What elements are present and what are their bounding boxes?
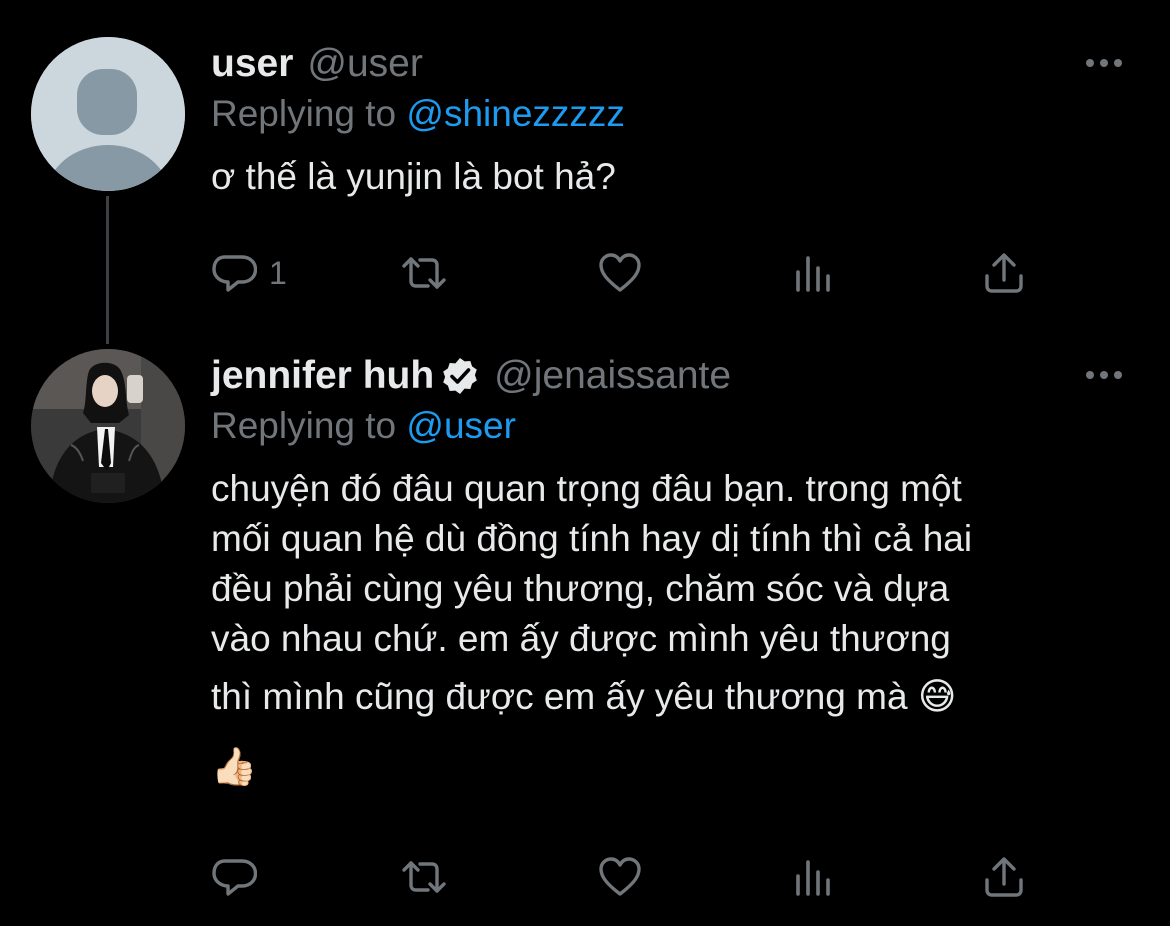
tweet[interactable]: jennifer huh @jenaissante Replying to @u…: [211, 352, 1130, 792]
reply-icon: [212, 255, 257, 292]
replying-to-label: Replying to: [211, 93, 407, 134]
views-button[interactable]: [791, 852, 837, 902]
reply-button[interactable]: 1: [211, 248, 287, 298]
tweet-text-line: đều phải cùng yêu thương, chăm sóc và dự…: [211, 568, 950, 609]
tweet-text-line: ơ thế là yunjin là bot hả?: [211, 156, 616, 197]
tweet-text-line: chuyện đó đâu quan trọng đâu bạn. trong …: [211, 468, 962, 509]
more-icon[interactable]: [1084, 360, 1124, 390]
avatar[interactable]: [31, 37, 185, 191]
default-avatar-icon: [31, 37, 185, 191]
tweet-text-line: vào nhau chứ. em ấy được mình yêu thương: [211, 618, 951, 659]
share-icon: [985, 253, 1023, 293]
like-icon: [599, 857, 641, 896]
reply-to-mention[interactable]: @shinezzzzz: [406, 93, 625, 134]
user-handle[interactable]: @user: [307, 42, 422, 86]
replying-to-label: Replying to: [211, 405, 407, 446]
tweet-text-line: thì mình cũng được em ấy yêu thương mà 😅: [211, 676, 957, 717]
reply-count: 1: [269, 254, 287, 291]
views-icon: [796, 256, 830, 292]
share-button[interactable]: [981, 248, 1027, 298]
tweet-header: jennifer huh @jenaissante: [211, 352, 1130, 400]
retweet-button[interactable]: [401, 248, 447, 298]
tweet-text: chuyện đó đâu quan trọng đâu bạn. trong …: [211, 464, 1131, 792]
verified-badge-icon: [443, 358, 477, 394]
display-name[interactable]: jennifer huh: [211, 354, 434, 398]
reply-icon: [212, 859, 257, 896]
share-icon: [985, 857, 1023, 897]
reply-button[interactable]: [211, 852, 269, 902]
replying-to: Replying to @shinezzzzz: [211, 90, 1130, 138]
views-button[interactable]: [791, 248, 837, 298]
views-icon: [796, 860, 830, 896]
like-button[interactable]: [597, 248, 643, 298]
retweet-icon: [402, 861, 446, 893]
more-icon[interactable]: [1084, 48, 1124, 78]
reply-to-mention[interactable]: @user: [406, 405, 516, 446]
profile-photo: [31, 349, 185, 503]
tweet-text: ơ thế là yunjin là bot hả?: [211, 152, 1130, 202]
tweet-text-line: 👍🏻: [211, 746, 258, 787]
tweet-actions: [211, 852, 1041, 902]
replying-to: Replying to @user: [211, 402, 1130, 450]
retweet-icon: [402, 257, 446, 289]
share-button[interactable]: [981, 852, 1027, 902]
thread-connector-line: [106, 196, 109, 344]
user-handle[interactable]: @jenaissante: [494, 354, 731, 398]
tweet-actions: 1: [211, 248, 1041, 298]
like-button[interactable]: [597, 852, 643, 902]
tweet-text-line: mối quan hệ dù đồng tính hay dị tính thì…: [211, 518, 973, 559]
tweet[interactable]: user @user Replying to @shinezzzzz ơ thế…: [211, 40, 1130, 202]
display-name[interactable]: user: [211, 42, 293, 86]
retweet-button[interactable]: [401, 852, 447, 902]
tweet-header: user @user: [211, 40, 1130, 88]
avatar[interactable]: [31, 349, 185, 503]
like-icon: [599, 253, 641, 292]
